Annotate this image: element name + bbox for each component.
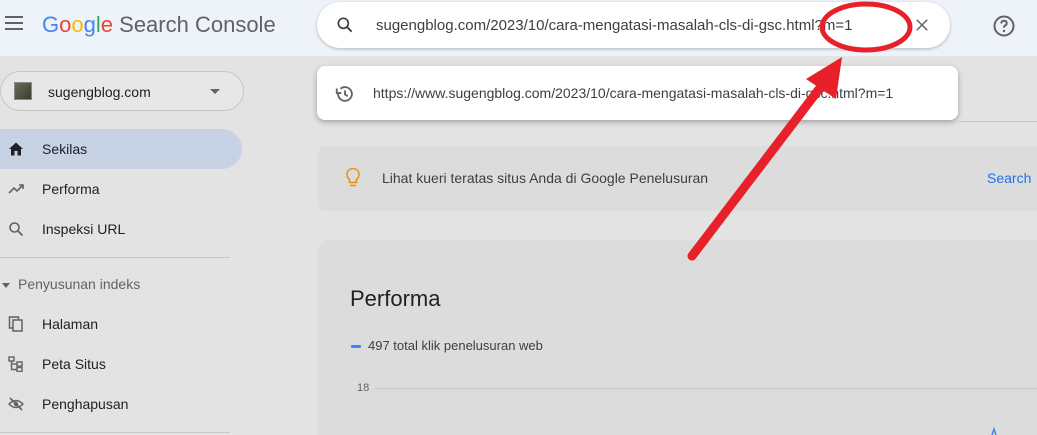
sidebar: sugengblog.com Sekilas Performa Inspeksi… (0, 56, 245, 435)
main-divider (958, 121, 1037, 122)
history-icon (335, 86, 353, 102)
product-name: Search Console (119, 12, 276, 37)
search-icon[interactable] (335, 15, 355, 35)
property-name: sugengblog.com (48, 84, 151, 100)
help-icon[interactable] (992, 14, 1016, 38)
sidebar-item-label: Inspeksi URL (42, 221, 126, 237)
tip-search-link[interactable]: Search (987, 170, 1031, 186)
tip-card: Lihat kueri teratas situs Anda di Google… (318, 146, 1037, 211)
home-icon (9, 142, 23, 156)
url-search-bar[interactable]: sugengblog.com/2023/10/cara-mengatasi-ma… (317, 2, 950, 48)
chart-line-fragment (991, 426, 997, 435)
legend-label: 497 total klik penelusuran web (368, 338, 543, 353)
search-suggestion[interactable]: https://www.sugengblog.com/2023/10/cara-… (317, 66, 958, 120)
logo-letter: o (71, 12, 84, 37)
property-avatar (14, 82, 32, 100)
lightbulb-icon (346, 167, 360, 187)
performance-card: Performa 497 total klik penelusuran web … (318, 240, 1037, 435)
sidebar-item-label: Sekilas (42, 141, 88, 157)
pages-icon (8, 316, 23, 332)
chevron-down-icon (210, 89, 220, 94)
sidebar-item-label: Performa (42, 181, 100, 197)
y-axis-tick: 18 (357, 382, 370, 394)
sitemap-icon (8, 356, 23, 372)
tip-text: Lihat kueri teratas situs Anda di Google… (382, 170, 709, 186)
section-label: Penyusunan indeks (18, 276, 141, 292)
sidebar-divider (0, 432, 230, 433)
sidebar-divider (0, 257, 230, 258)
search-input[interactable]: sugengblog.com/2023/10/cara-mengatasi-ma… (376, 17, 906, 34)
sidebar-item-penghapusan[interactable]: Penghapusan (0, 384, 242, 424)
search-icon (9, 222, 24, 237)
sidebar-item-inspeksi-url[interactable]: Inspeksi URL (0, 209, 242, 249)
performance-title: Performa (350, 286, 441, 311)
sidebar-item-label: Halaman (42, 316, 99, 332)
logo-letter: o (59, 12, 72, 37)
visibility-off-icon (8, 397, 24, 411)
legend-swatch (351, 345, 361, 348)
sidebar-item-halaman[interactable]: Halaman (0, 304, 242, 344)
app-header: Google Search Console sugengblog.com/202… (0, 0, 1037, 56)
property-selector[interactable]: sugengblog.com (0, 71, 244, 111)
sidebar-item-label: Peta Situs (42, 356, 106, 372)
logo-letter: g (83, 12, 96, 37)
logo-letter: e (100, 12, 114, 37)
trending-up-icon (8, 184, 24, 194)
hamburger-menu-icon[interactable] (5, 16, 23, 30)
chart-gridline (375, 388, 1037, 389)
sidebar-item-peta-situs[interactable]: Peta Situs (0, 344, 242, 384)
sidebar-item-performa[interactable]: Performa (0, 169, 242, 209)
app-logo[interactable]: Google Search Console (42, 12, 276, 38)
suggestion-url[interactable]: https://www.sugengblog.com/2023/10/cara-… (373, 85, 893, 101)
chevron-down-icon (2, 283, 10, 288)
close-icon[interactable] (913, 16, 931, 34)
sidebar-item-label: Penghapusan (42, 396, 129, 412)
logo-letter: G (42, 12, 60, 37)
sidebar-item-sekilas[interactable]: Sekilas (0, 129, 242, 169)
